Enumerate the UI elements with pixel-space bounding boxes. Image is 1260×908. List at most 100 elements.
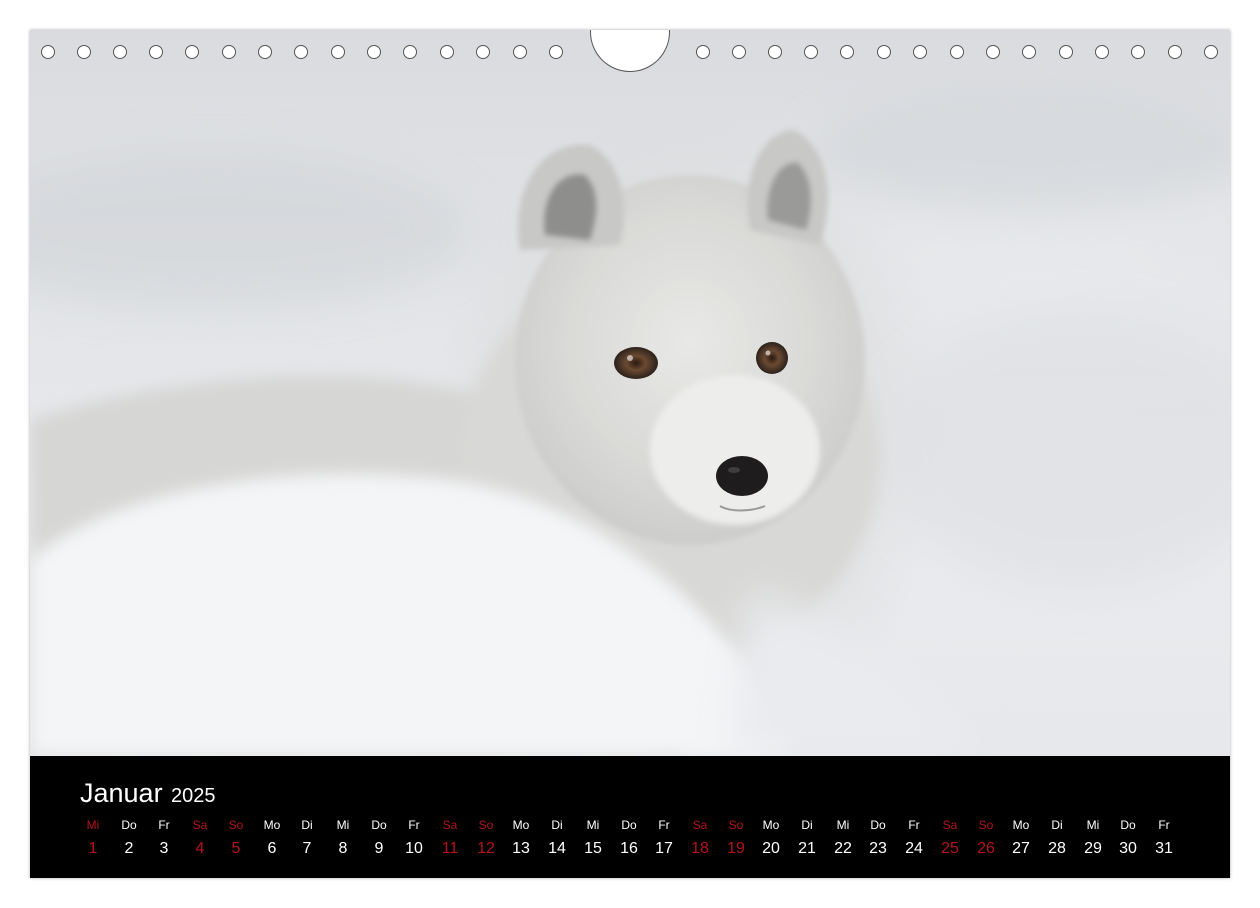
binding-hole: [732, 45, 746, 59]
day-number: 6: [267, 840, 277, 857]
binding-hole: [1059, 45, 1073, 59]
binding-hole: [367, 45, 381, 59]
day-cell: Fr 31: [1146, 818, 1182, 860]
binding-hole: [476, 45, 490, 59]
day-number: 1: [88, 840, 98, 857]
day-number: 7: [302, 840, 312, 857]
binding-hole: [768, 45, 782, 59]
day-cell: Fr 10: [396, 818, 432, 860]
day-number: 12: [477, 840, 495, 857]
binding-hole: [185, 45, 199, 59]
binding-hole: [1168, 45, 1182, 59]
day-number: 2: [124, 840, 134, 857]
day-number: 17: [655, 840, 673, 857]
spiral-binding: [30, 30, 1230, 80]
weekday-label: Mo: [263, 818, 281, 832]
weekday-label: Do: [621, 818, 637, 832]
day-number: 4: [195, 840, 205, 857]
binding-hole: [840, 45, 854, 59]
weekday-label: Fr: [908, 818, 920, 832]
month-name: Januar: [80, 778, 163, 808]
day-cell: Sa 18: [682, 818, 718, 860]
day-cell: Mi 1: [75, 818, 111, 860]
weekday-label: Mi: [336, 818, 350, 832]
day-cell: Do 30: [1110, 818, 1146, 860]
day-cell: Sa 25: [932, 818, 968, 860]
day-number: 31: [1155, 840, 1173, 857]
binding-hole: [1095, 45, 1109, 59]
day-cell: Do 16: [611, 818, 647, 860]
day-cell: Di 28: [1039, 818, 1075, 860]
day-cell: Fr 17: [646, 818, 682, 860]
day-number: 10: [405, 840, 423, 857]
weekday-label: So: [978, 818, 994, 832]
day-cell: Do 23: [860, 818, 896, 860]
day-cell: Mi 15: [575, 818, 611, 860]
binding-hole: [1022, 45, 1036, 59]
day-number: 15: [584, 840, 602, 857]
day-number: 24: [905, 840, 923, 857]
fox-illustration: [30, 90, 1230, 756]
binding-hole: [549, 45, 563, 59]
day-number: 13: [512, 840, 530, 857]
day-cell: Fr 24: [896, 818, 932, 860]
weekday-label: Sa: [442, 818, 458, 832]
day-number: 27: [1012, 840, 1030, 857]
day-number: 16: [620, 840, 638, 857]
binding-hole: [294, 45, 308, 59]
binding-hole: [113, 45, 127, 59]
day-number: 29: [1084, 840, 1102, 857]
day-number: 30: [1119, 840, 1137, 857]
weekday-label: Fr: [408, 818, 420, 832]
weekday-label: So: [228, 818, 244, 832]
weekday-label: Sa: [192, 818, 208, 832]
weekday-label: Sa: [942, 818, 958, 832]
day-cell: Fr 3: [146, 818, 182, 860]
year-label: 2025: [171, 785, 216, 807]
day-cell: Do 2: [111, 818, 147, 860]
weekday-label: Di: [801, 818, 813, 832]
binding-hole: [149, 45, 163, 59]
weekday-label: Mo: [1012, 818, 1030, 832]
weekday-label: Mi: [586, 818, 600, 832]
binding-hole: [258, 45, 272, 59]
binding-hole: [440, 45, 454, 59]
day-cell: Di 14: [539, 818, 575, 860]
day-cell: So 5: [218, 818, 254, 860]
day-cell: Do 9: [361, 818, 397, 860]
day-number: 9: [374, 840, 384, 857]
binding-hole: [403, 45, 417, 59]
day-cell: Mi 8: [325, 818, 361, 860]
weekday-label: So: [478, 818, 494, 832]
binding-hole: [696, 45, 710, 59]
weekday-label: Di: [1051, 818, 1063, 832]
binding-hole: [331, 45, 345, 59]
day-cell: Mo 20: [753, 818, 789, 860]
binding-hole: [986, 45, 1000, 59]
day-number: 18: [691, 840, 709, 857]
weekday-label: Do: [1120, 818, 1136, 832]
binding-hole: [222, 45, 236, 59]
binding-hole: [913, 45, 927, 59]
binding-hole: [77, 45, 91, 59]
weekday-label: Di: [551, 818, 563, 832]
month-title: Januar 2025: [80, 778, 216, 809]
arctic-fox-photo: [30, 30, 1230, 756]
hanger-cutout: [590, 30, 670, 72]
binding-hole: [804, 45, 818, 59]
weekday-label: Do: [371, 818, 387, 832]
binding-hole: [950, 45, 964, 59]
weekday-label: Di: [301, 818, 313, 832]
calendar-page: Januar 2025 Mi 1 Do 2 Fr 3 Sa 4 So 5 Mo 6 Di 7 Mi 8 Do 9 F…: [30, 30, 1230, 878]
day-cell: Sa 4: [182, 818, 218, 860]
day-cell: So 19: [718, 818, 754, 860]
day-cell: Mi 22: [825, 818, 861, 860]
day-number: 21: [798, 840, 816, 857]
day-cell: So 26: [968, 818, 1004, 860]
day-number: 22: [834, 840, 852, 857]
weekday-label: Mi: [836, 818, 850, 832]
binding-hole: [513, 45, 527, 59]
binding-hole: [877, 45, 891, 59]
day-cell: Di 21: [789, 818, 825, 860]
day-cell: So 12: [468, 818, 504, 860]
